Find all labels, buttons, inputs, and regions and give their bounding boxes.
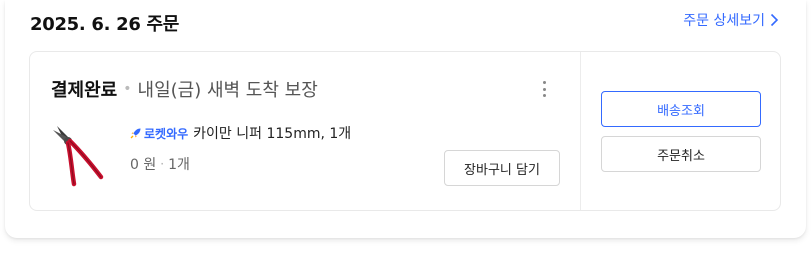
more-options-icon[interactable] (534, 78, 554, 100)
rocket-wow-label: 로켓와우 (144, 126, 189, 141)
cancel-order-button[interactable]: 주문취소 (601, 136, 761, 172)
order-detail-label: 주문 상세보기 (683, 13, 765, 29)
order-date: 2025. 6. 26 주문 (30, 14, 180, 35)
order-detail-link[interactable]: 주문 상세보기 (683, 10, 779, 30)
order-item-box: 결제완료 • 내일(금) 새벽 도착 보장 로켓와우 카이만 니퍼 115mm,… (29, 51, 781, 211)
payment-status: 결제완료 (51, 80, 118, 101)
vertical-divider (580, 52, 581, 210)
order-item-pane: 결제완료 • 내일(금) 새벽 도착 보장 로켓와우 카이만 니퍼 115mm,… (30, 52, 580, 210)
product-quantity: 1개 (168, 157, 190, 173)
product-info: 로켓와우 카이만 니퍼 115mm, 1개 0 원 · 1개 (130, 123, 351, 174)
delivery-status: 결제완료 • 내일(금) 새벽 도착 보장 (51, 76, 318, 102)
product-price: 0 원 (130, 157, 157, 173)
order-card: 2025. 6. 26 주문 주문 상세보기 결제완료 • 내일(금) 새벽 도… (5, 0, 806, 238)
arrival-guarantee: 내일(금) 새벽 도착 보장 (137, 80, 318, 101)
status-separator: • (123, 81, 132, 97)
product-line: 로켓와우 카이만 니퍼 115mm, 1개 (130, 123, 351, 143)
price-line: 0 원 · 1개 (130, 154, 351, 174)
add-to-cart-button[interactable]: 장바구니 담기 (444, 150, 560, 186)
price-separator: · (160, 157, 165, 171)
chevron-right-icon (770, 13, 779, 27)
product-name[interactable]: 카이만 니퍼 115mm, 1개 (193, 123, 351, 143)
rocket-wow-badge: 로켓와우 (130, 125, 188, 142)
pliers-product-image[interactable] (49, 122, 109, 188)
rocket-icon (130, 128, 141, 139)
track-delivery-button[interactable]: 배송조회 (601, 91, 761, 127)
